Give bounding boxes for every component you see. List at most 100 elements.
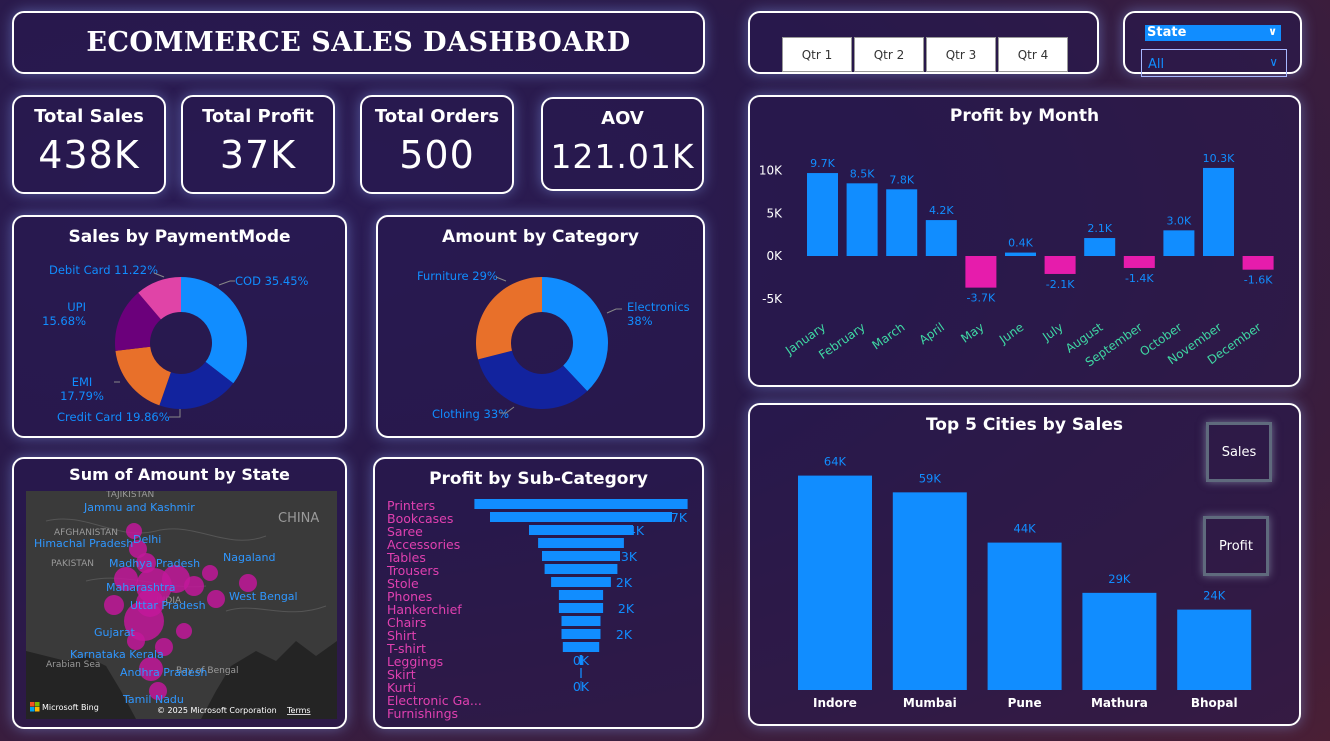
donut-label: 17.79% (60, 389, 104, 403)
month-bar[interactable] (1163, 230, 1195, 256)
month-bar[interactable] (925, 220, 957, 256)
category-panel: Amount by Category Electronics 38% Clothin… (376, 215, 705, 438)
month-bar[interactable] (1242, 256, 1274, 270)
state-map-title: Sum of Amount by State (69, 465, 290, 484)
month-bar[interactable] (1203, 167, 1234, 256)
month-bar[interactable] (1005, 252, 1036, 256)
subcategory-bar[interactable] (562, 642, 600, 652)
kpi-label: Total Profit (202, 106, 314, 127)
month-tick-label: July (1039, 320, 1066, 344)
city-bar[interactable] (987, 542, 1062, 690)
subcategory-data-label: 4K (628, 523, 645, 538)
donut-label: Credit Card 19.86% (57, 410, 170, 424)
qtr-1-button[interactable]: Qtr 1 (782, 37, 852, 72)
state-filter-label: State ∨ (1145, 25, 1281, 41)
profit-toggle-button[interactable]: Profit (1203, 516, 1269, 576)
subcategory-bar[interactable] (474, 499, 688, 509)
donut-slice-furniture[interactable] (476, 277, 542, 360)
month-data-label: 10.3K (1203, 152, 1235, 165)
chevron-down-icon[interactable]: ∨ (1268, 24, 1277, 40)
profit-by-month-panel: Profit by Month 10K 5K 0K -5K 9.7K January 8.5… (748, 95, 1301, 387)
dashboard-title-card: ECOMMERCE SALES DASHBOARD (12, 11, 705, 74)
dashboard-title: ECOMMERCE SALES DASHBOARD (86, 27, 631, 58)
y-tick-label: 5K (766, 206, 783, 220)
qtr-2-button[interactable]: Qtr 2 (854, 37, 924, 72)
state-select-value: All (1148, 57, 1165, 72)
subcategory-bar[interactable] (490, 512, 672, 522)
state-bubble[interactable] (104, 595, 124, 615)
subcategory-bar[interactable] (561, 616, 601, 626)
donut-slice-cod[interactable] (181, 277, 247, 384)
state-label: Andhra Pradesh (120, 666, 207, 679)
subcategory-data-label: 2K (616, 575, 633, 590)
map-canvas: TAJIKISTANAFGHANISTANPAKISTANCHINAINDIAA… (26, 491, 337, 719)
subcategory-data-label: 3K (621, 549, 638, 564)
kpi-value: 121.01K (550, 137, 695, 176)
state-label: Madhya Pradesh (109, 557, 200, 570)
subcategory-bar[interactable] (544, 564, 618, 574)
month-bar[interactable] (1084, 238, 1116, 256)
subcategory-bar[interactable] (551, 577, 611, 587)
subcategory-data-label: 7K (671, 510, 688, 525)
month-data-label: 2.1K (1087, 222, 1112, 235)
month-bar[interactable] (1044, 256, 1076, 274)
map-terms-link[interactable]: Terms (286, 706, 311, 715)
microsoft-logo-icon (30, 702, 35, 707)
quarter-slicer: Qtr 1 Qtr 2 Qtr 3 Qtr 4 (748, 11, 1099, 74)
state-bubble[interactable] (202, 565, 218, 581)
qtr-3-button[interactable]: Qtr 3 (926, 37, 996, 72)
donut-label: 38% (627, 314, 653, 328)
payment-mode-panel: Sales by PaymentMode COD 35.45% Credit Ca… (12, 215, 347, 438)
month-tick-label: April (917, 320, 948, 347)
month-data-label: -1.4K (1125, 272, 1154, 285)
month-bar[interactable] (886, 189, 918, 256)
city-bar[interactable] (892, 492, 967, 690)
subcategory-bar[interactable] (542, 551, 620, 561)
kpi-total-orders: Total Orders 500 (360, 95, 514, 194)
subcategory-bar[interactable] (558, 603, 604, 613)
leader-line (169, 409, 181, 418)
top-cities-panel: Top 5 Cities by Sales 64K Indore 59K Mumbai… (748, 403, 1301, 726)
month-bar[interactable] (965, 256, 997, 288)
kpi-label: Total Sales (34, 106, 144, 127)
state-map-panel: Sum of Amount by State TAJIKISTAN AFGHANI… (12, 457, 347, 729)
qtr-4-button[interactable]: Qtr 4 (998, 37, 1068, 72)
microsoft-logo-icon (30, 707, 35, 712)
microsoft-logo-icon (35, 702, 40, 707)
subcategory-bar[interactable] (580, 668, 582, 678)
subcategory-bar[interactable] (538, 538, 624, 548)
subcategory-bar[interactable] (529, 525, 633, 535)
kpi-total-sales: Total Sales 438K (12, 95, 166, 194)
month-bar[interactable] (1123, 256, 1155, 268)
month-data-label: 7.8K (889, 173, 914, 186)
subcategory-bar[interactable] (558, 590, 604, 600)
month-bar[interactable] (807, 173, 838, 256)
month-tick-label: June (996, 320, 1026, 347)
state-label: Gujarat (94, 626, 136, 639)
state-bubble[interactable] (184, 576, 204, 596)
state-bubble[interactable] (207, 590, 225, 608)
city-bar[interactable] (1082, 592, 1157, 690)
city-bar[interactable] (1177, 609, 1252, 690)
subcategory-bar[interactable] (561, 629, 601, 639)
city-data-label: 24K (1203, 589, 1226, 603)
state-label: Karnataka Kerala (70, 648, 164, 661)
month-bar[interactable] (846, 183, 878, 256)
state-filter-label-text: State (1147, 25, 1187, 40)
state-bubble[interactable] (176, 623, 192, 639)
leader-line (606, 308, 622, 314)
month-data-label: 9.7K (810, 157, 835, 170)
city-bar[interactable] (798, 475, 872, 690)
y-tick-label: 0K (766, 249, 783, 263)
state-label: Maharashtra (106, 581, 176, 594)
state-select[interactable]: All ∨ (1141, 49, 1287, 77)
city-tick-label: Mumbai (903, 696, 957, 710)
state-label: Himachal Pradesh (34, 537, 133, 550)
subcategory-data-label: 2K (616, 627, 633, 642)
donut-label: EMI (72, 375, 93, 389)
subcategory-data-label: 0K (573, 679, 590, 694)
sales-toggle-button[interactable]: Sales (1206, 422, 1272, 482)
state-map[interactable]: TAJIKISTAN AFGHANISTAN PAKISTAN CHINA INDIA A… (26, 491, 337, 719)
donut-label: Electronics (627, 300, 690, 314)
month-data-label: 8.5K (850, 167, 875, 180)
